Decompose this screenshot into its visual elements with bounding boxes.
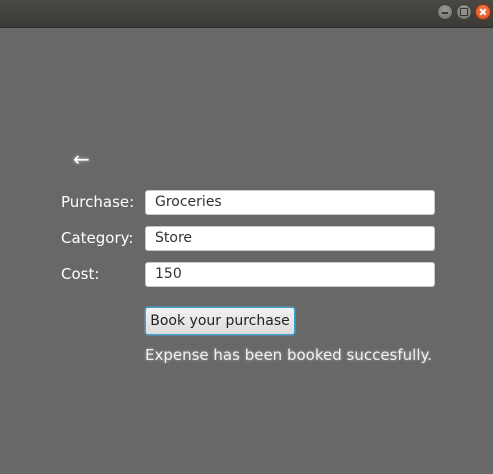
maximize-icon[interactable] [456,4,472,20]
cost-input[interactable]: 150 [145,262,435,287]
minimize-icon[interactable] [437,4,453,20]
category-label: Category: [61,229,134,247]
app-window: ← Purchase: Groceries Category: Store Co… [0,0,493,474]
cost-label: Cost: [61,265,100,283]
title-bar [0,0,493,28]
book-purchase-button[interactable]: Book your purchase [145,307,295,335]
purchase-input[interactable]: Groceries [145,190,435,215]
purchase-label: Purchase: [61,193,135,211]
close-icon[interactable] [475,4,491,20]
category-input[interactable]: Store [145,226,435,251]
status-message: Expense has been booked succesfully. [145,346,432,364]
back-arrow-icon[interactable]: ← [73,147,90,171]
